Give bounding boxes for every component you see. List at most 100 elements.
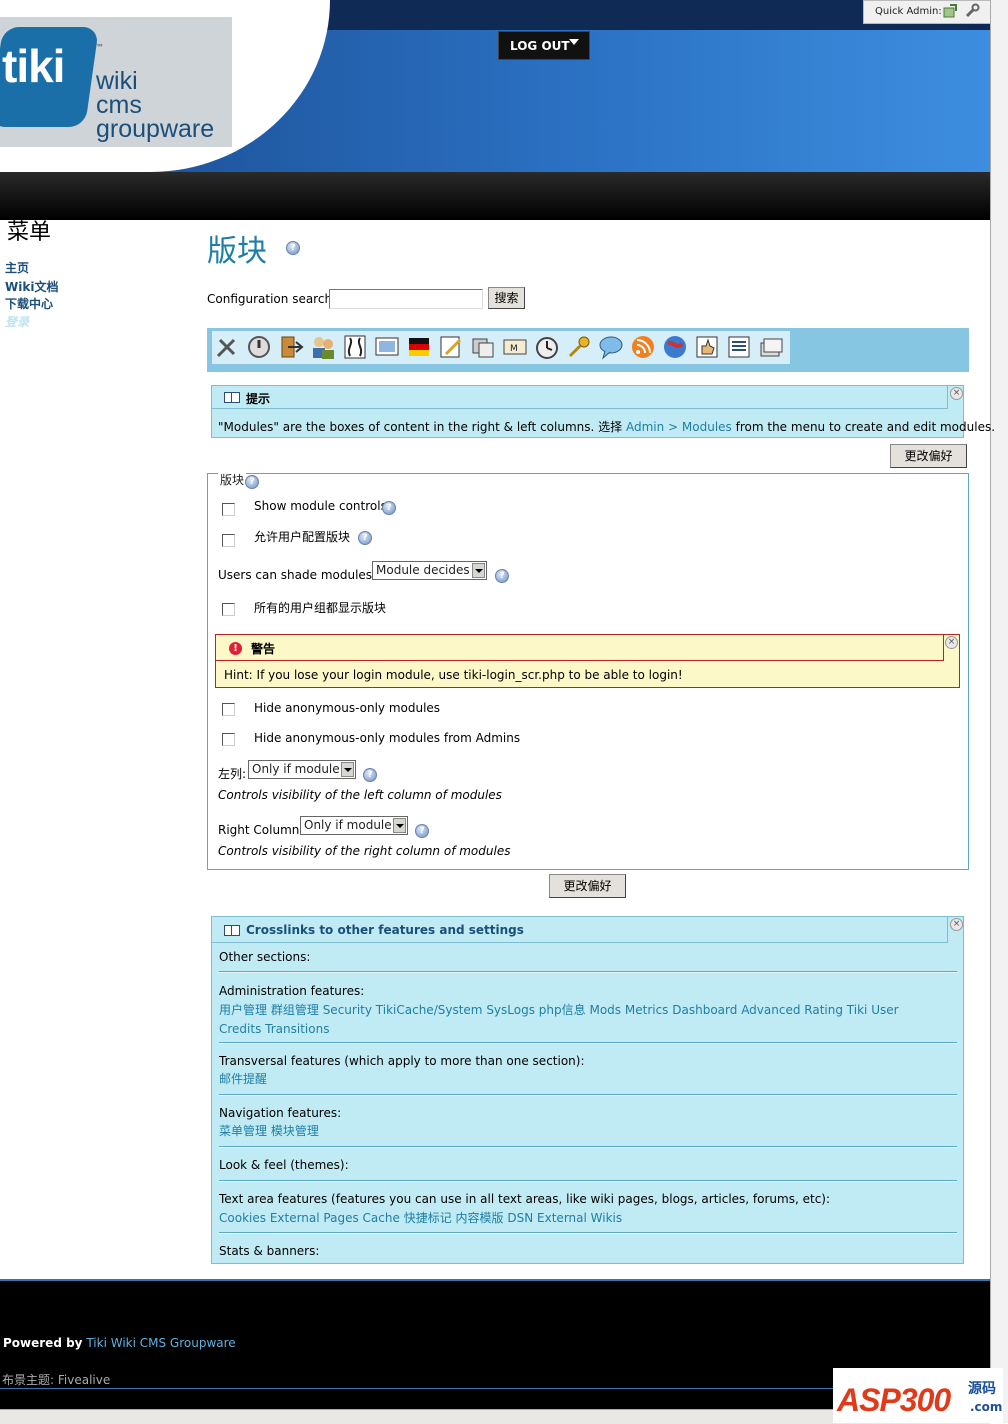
close-icon[interactable]: × <box>945 636 958 649</box>
link-quicktags[interactable]: 快捷标记 <box>404 1211 452 1225</box>
link-module-admin[interactable]: 模块管理 <box>271 1124 319 1138</box>
articles-icon[interactable] <box>726 334 752 360</box>
sidebar-item-login[interactable]: 登录 <box>5 313 29 330</box>
chevron-down-icon <box>341 762 354 777</box>
link-mods[interactable]: Mods <box>589 1003 621 1017</box>
login-icon[interactable] <box>278 334 304 360</box>
help-icon[interactable]: ? <box>358 531 372 545</box>
navigation-links: 菜单管理 模块管理 <box>219 1122 319 1139</box>
close-icon[interactable]: × <box>950 918 963 931</box>
hide-anon-checkbox[interactable] <box>222 703 235 716</box>
link-dsn[interactable]: DSN <box>507 1211 533 1225</box>
tools-icon[interactable] <box>214 334 240 360</box>
link-tikicache[interactable]: TikiCache/System <box>376 1003 483 1017</box>
logo-line: cms <box>96 91 142 119</box>
theme-info: 布景主题: Fivealive <box>2 1371 110 1388</box>
config-search-input[interactable] <box>329 289 483 309</box>
chevron-down-icon <box>393 818 406 833</box>
hide-anon-admins-label: Hide anonymous-only modules from Admins <box>254 731 521 745</box>
logout-button[interactable]: LOG OUT <box>498 31 590 60</box>
sidebar-item-downloads[interactable]: 下载中心 <box>5 295 53 312</box>
link-mail-notifications[interactable]: 邮件提醒 <box>219 1072 267 1086</box>
link-advanced-rating[interactable]: Advanced Rating <box>741 1003 843 1017</box>
gallery-icon[interactable] <box>470 334 496 360</box>
help-icon[interactable]: ? <box>245 475 259 489</box>
footer-top-line <box>0 1279 990 1281</box>
wiki-edit-icon[interactable] <box>438 334 464 360</box>
users-icon[interactable] <box>310 334 336 360</box>
change-preferences-button[interactable]: 更改偏好 <box>549 874 626 898</box>
shade-modules-select[interactable]: Module decides <box>372 561 487 580</box>
warning-box: ! 警告 Hint: If you lose your login module… <box>215 634 960 688</box>
tip-box: 提示 "Modules" are the boxes of content in… <box>211 385 995 438</box>
search-button[interactable]: 搜索 <box>488 287 525 309</box>
chevron-down-icon <box>472 563 485 578</box>
close-icon[interactable]: × <box>950 387 963 400</box>
separator <box>219 1146 957 1148</box>
powered-by-link[interactable]: Tiki Wiki CMS Groupware <box>86 1336 235 1350</box>
help-icon[interactable]: ? <box>382 501 396 515</box>
link-cookies[interactable]: Cookies <box>219 1211 266 1225</box>
shade-modules-label: Users can shade modules: <box>218 568 377 582</box>
logo-word: tiki <box>2 40 65 92</box>
hide-anon-admins-checkbox[interactable] <box>222 733 235 746</box>
sidebar-item-home[interactable]: 主页 <box>5 259 29 276</box>
svg-text:M: M <box>510 344 518 354</box>
globe-icon[interactable] <box>662 334 688 360</box>
rss-icon[interactable] <box>630 334 656 360</box>
right-column-select[interactable]: Only if module <box>300 816 408 835</box>
link-phpinfo[interactable]: php信息 <box>539 1003 586 1017</box>
link-metrics[interactable]: Metrics Dashboard <box>625 1003 737 1017</box>
allow-user-config-checkbox[interactable] <box>222 534 235 547</box>
watermark-brand: ASP300 <box>837 1382 951 1418</box>
clock-icon[interactable] <box>534 334 560 360</box>
modules-legend: 版块 <box>218 471 247 488</box>
language-flag-icon[interactable] <box>406 334 432 360</box>
left-column-select[interactable]: Only if module <box>248 760 356 779</box>
rating-icon[interactable] <box>694 334 720 360</box>
admin-features-label: Administration features: <box>219 984 365 998</box>
comment-icon[interactable] <box>598 334 624 360</box>
link-transitions[interactable]: Transitions <box>265 1022 329 1036</box>
refresh-icon[interactable] <box>942 3 958 19</box>
chevron-down-icon <box>569 39 579 45</box>
show-module-controls-checkbox[interactable] <box>222 503 235 516</box>
all-groups-show-checkbox[interactable] <box>222 603 235 616</box>
profile-icon[interactable] <box>342 334 368 360</box>
link-syslogs[interactable]: SysLogs <box>486 1003 535 1017</box>
watermark-logo: ASP300 源码 .com <box>833 1368 1003 1423</box>
tip-box-header: 提示 <box>212 386 948 409</box>
link-security[interactable]: Security <box>323 1003 372 1017</box>
sidebar-item-wiki[interactable]: Wiki文档 <box>5 278 58 295</box>
link-external-wikis[interactable]: External Wikis <box>537 1211 622 1225</box>
site-logo[interactable]: tiki ™ wiki cms groupware <box>0 17 232 147</box>
admin-icon-bar: M <box>207 328 969 372</box>
link-external-pages-cache[interactable]: External Pages Cache <box>270 1211 400 1225</box>
file-galleries-icon[interactable] <box>758 334 784 360</box>
allow-user-config-label: 允许用户配置版块 <box>254 530 351 544</box>
link-menu-admin[interactable]: 菜单管理 <box>219 1124 267 1138</box>
help-icon[interactable]: ? <box>495 569 509 583</box>
help-icon[interactable]: ? <box>415 824 429 838</box>
link-group-admin[interactable]: 群组管理 <box>271 1003 319 1017</box>
admin-modules-link[interactable]: Admin > Modules <box>626 420 732 434</box>
left-column-label: 左列: <box>218 767 247 781</box>
mail-icon[interactable]: M <box>502 334 528 360</box>
help-icon[interactable]: ? <box>363 768 377 782</box>
look-feel-icon[interactable] <box>374 334 400 360</box>
text-area-label: Text area features (features you can use… <box>219 1192 831 1206</box>
key-icon[interactable] <box>566 334 592 360</box>
warning-title: 警告 <box>251 642 276 656</box>
theme-label: 布景主题: <box>2 1373 55 1387</box>
power-icon[interactable] <box>246 334 272 360</box>
link-user-admin[interactable]: 用户管理 <box>219 1003 267 1017</box>
window-scrollbar[interactable] <box>990 0 1008 1423</box>
logout-label: LOG OUT <box>510 39 570 53</box>
link-content-templates[interactable]: 内容模版 <box>456 1211 504 1225</box>
help-icon[interactable]: ? <box>286 241 300 255</box>
book-icon <box>224 925 240 936</box>
wrench-icon[interactable] <box>964 3 980 19</box>
tip-title: 提示 <box>246 392 271 406</box>
logo-subtitle: wiki cms groupware <box>96 69 214 142</box>
change-preferences-button[interactable]: 更改偏好 <box>890 444 967 468</box>
